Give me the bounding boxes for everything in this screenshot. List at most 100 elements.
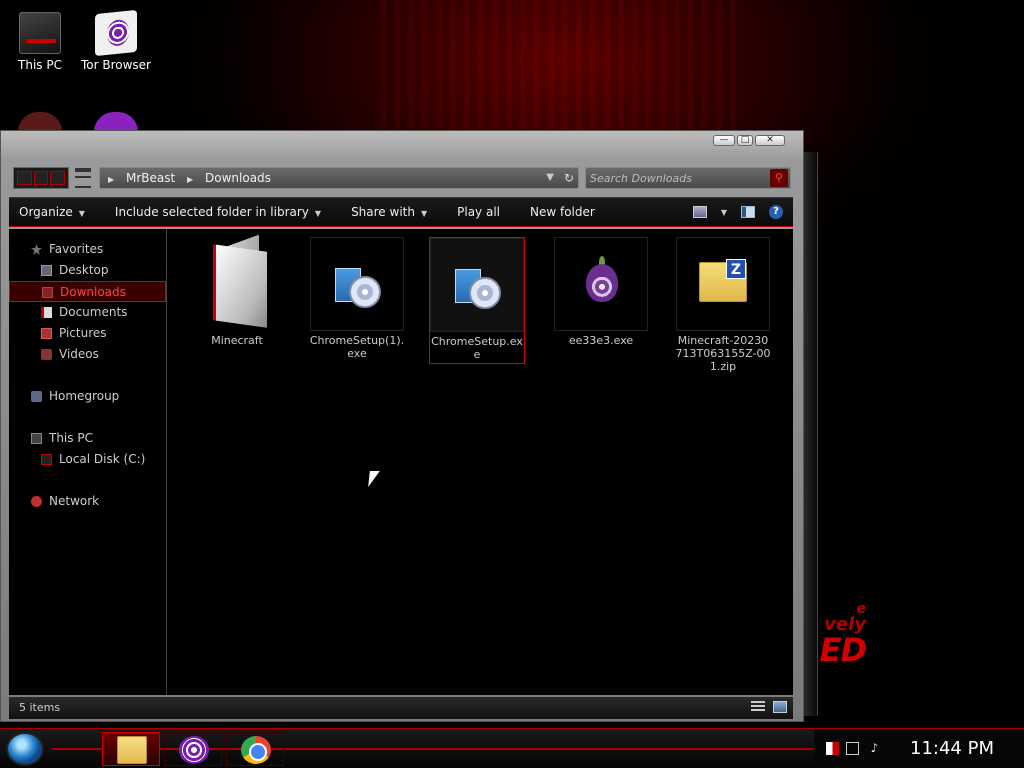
nav-item-this-pc[interactable]: This PC xyxy=(9,428,166,449)
desktop-icon-partial[interactable] xyxy=(94,112,138,132)
nav-buttons xyxy=(13,167,69,189)
play-all-button[interactable]: Play all xyxy=(457,205,500,219)
file-item-minecraft[interactable]: Minecraft xyxy=(189,234,285,347)
chevron-down-icon: ▼ xyxy=(420,209,428,218)
search-box: ⚲ xyxy=(585,167,791,189)
back-button[interactable] xyxy=(17,171,32,185)
address-row: ▶ MrBeast ▶ Downloads ▼ ↻ ⚲ xyxy=(9,165,793,193)
tor-browser-icon xyxy=(95,9,137,57)
address-bar[interactable]: ▶ MrBeast ▶ Downloads ▼ ↻ xyxy=(99,167,579,189)
nav-item-documents[interactable]: Documents xyxy=(9,302,166,323)
system-tray: ♪ 11:44 PM xyxy=(814,729,1024,768)
file-item-minecraft-zip[interactable]: Z Minecraft-20230713T063155Z-001.zip xyxy=(675,237,771,373)
chrome-icon xyxy=(241,736,271,764)
recent-locations-button[interactable] xyxy=(75,168,91,188)
chevron-down-icon: ▼ xyxy=(78,209,85,218)
drive-icon xyxy=(41,454,52,465)
title-bar[interactable]: — □ ✕ xyxy=(1,131,803,157)
help-icon[interactable]: ? xyxy=(769,205,783,219)
maximize-button[interactable]: □ xyxy=(737,135,753,146)
up-button[interactable] xyxy=(50,171,66,185)
taskbar-chrome[interactable] xyxy=(226,732,284,766)
homegroup-icon xyxy=(31,391,42,402)
organize-button[interactable]: Organize ▼ xyxy=(19,205,85,219)
chevron-down-icon[interactable]: ▼ xyxy=(721,208,727,217)
tor-onion-icon xyxy=(554,237,648,331)
file-name: Minecraft xyxy=(211,334,263,347)
search-input[interactable] xyxy=(590,169,762,187)
mouse-cursor xyxy=(368,471,380,487)
desktop-icon-partial[interactable] xyxy=(18,112,62,132)
action-center-flag-icon[interactable] xyxy=(826,742,839,755)
desktop-icon xyxy=(41,265,52,276)
details-view-icon[interactable] xyxy=(751,701,765,713)
taskbar: ♪ 11:44 PM xyxy=(0,728,1024,768)
nav-item-network[interactable]: Network xyxy=(9,491,166,512)
window-controls: — □ ✕ xyxy=(713,135,785,146)
chevron-down-icon[interactable]: ▼ xyxy=(546,168,554,188)
desktop-icon-label: Tor Browser xyxy=(80,58,151,72)
computer-icon xyxy=(19,12,61,54)
share-with-button[interactable]: Share with ▼ xyxy=(351,205,427,219)
network-status-icon[interactable] xyxy=(846,742,859,755)
content-area: Favorites Desktop Downloads Documents Pi… xyxy=(9,229,793,695)
file-item-chromesetup-1[interactable]: ChromeSetup(1).exe xyxy=(309,237,405,360)
new-folder-button[interactable]: New folder xyxy=(530,205,595,219)
navigation-pane[interactable]: Favorites Desktop Downloads Documents Pi… xyxy=(9,229,167,695)
change-view-icon[interactable] xyxy=(692,206,707,218)
toolbar-right: ▼ ? xyxy=(692,205,783,219)
view-switcher xyxy=(751,701,787,713)
include-in-library-button[interactable]: Include selected folder in library ▼ xyxy=(115,205,321,219)
chevron-right-icon[interactable]: ▶ xyxy=(187,175,193,184)
setup-installer-icon xyxy=(310,237,404,331)
nav-item-favorites[interactable]: Favorites xyxy=(9,239,166,260)
file-name: ee33e3.exe xyxy=(568,334,634,347)
file-item-chromesetup[interactable]: ChromeSetup.exe xyxy=(429,237,525,364)
desktop-icon-label: This PC xyxy=(18,58,62,72)
file-name: Minecraft-20230713T063155Z-001.zip xyxy=(675,334,771,373)
nav-item-desktop[interactable]: Desktop xyxy=(9,260,166,281)
minimize-button[interactable]: — xyxy=(713,135,735,146)
item-count: 5 items xyxy=(19,701,61,714)
nav-item-downloads[interactable]: Downloads xyxy=(9,281,166,302)
status-bar: 5 items xyxy=(9,697,793,719)
breadcrumb-item[interactable]: Downloads xyxy=(205,171,271,185)
file-name: ChromeSetup(1).exe xyxy=(309,334,405,360)
breadcrumb-item[interactable]: MrBeast xyxy=(126,171,175,185)
explorer-window: — □ ✕ ▶ MrBeast ▶ Downloads ▼ ↻ ⚲ Organi… xyxy=(0,130,804,722)
folder-icon xyxy=(190,234,284,331)
setup-installer-icon xyxy=(430,238,524,332)
star-icon xyxy=(31,244,42,255)
window-shadow xyxy=(804,152,818,716)
clock[interactable]: 11:44 PM xyxy=(910,738,994,759)
documents-icon xyxy=(41,307,52,318)
computer-icon xyxy=(31,433,42,444)
nav-item-videos[interactable]: Videos xyxy=(9,344,166,365)
nav-item-homegroup[interactable]: Homegroup xyxy=(9,386,166,407)
pictures-icon xyxy=(41,328,52,339)
taskbar-file-explorer[interactable] xyxy=(102,732,160,766)
file-item-ee33e3[interactable]: ee33e3.exe xyxy=(553,237,649,347)
refresh-icon[interactable]: ↻ xyxy=(564,168,574,188)
desktop-icon-this-pc[interactable]: This PC xyxy=(2,12,78,72)
forward-button[interactable] xyxy=(33,171,49,185)
close-button[interactable]: ✕ xyxy=(755,135,785,146)
file-list: Minecraft ChromeSetup(1).exe ChromeSetup… xyxy=(169,234,793,695)
file-name: ChromeSetup.exe xyxy=(431,335,523,361)
videos-icon xyxy=(41,349,52,360)
nav-item-local-disk[interactable]: Local Disk (C:) xyxy=(9,449,166,470)
nav-item-pictures[interactable]: Pictures xyxy=(9,323,166,344)
taskbar-tor-browser[interactable] xyxy=(164,732,222,766)
breadcrumb-root-icon[interactable]: ▶ xyxy=(108,175,114,184)
large-icons-view-icon[interactable] xyxy=(773,701,787,713)
downloads-icon xyxy=(42,287,53,298)
command-bar: Organize ▼ Include selected folder in lib… xyxy=(9,197,793,227)
desktop-icon-tor-browser[interactable]: Tor Browser xyxy=(78,9,154,72)
chevron-down-icon: ▼ xyxy=(314,209,322,218)
network-icon xyxy=(31,496,42,507)
volume-icon[interactable]: ♪ xyxy=(868,742,881,755)
search-icon[interactable]: ⚲ xyxy=(770,169,788,187)
preview-pane-icon[interactable] xyxy=(741,206,755,218)
zip-archive-icon: Z xyxy=(676,237,770,331)
start-button[interactable] xyxy=(6,732,44,766)
